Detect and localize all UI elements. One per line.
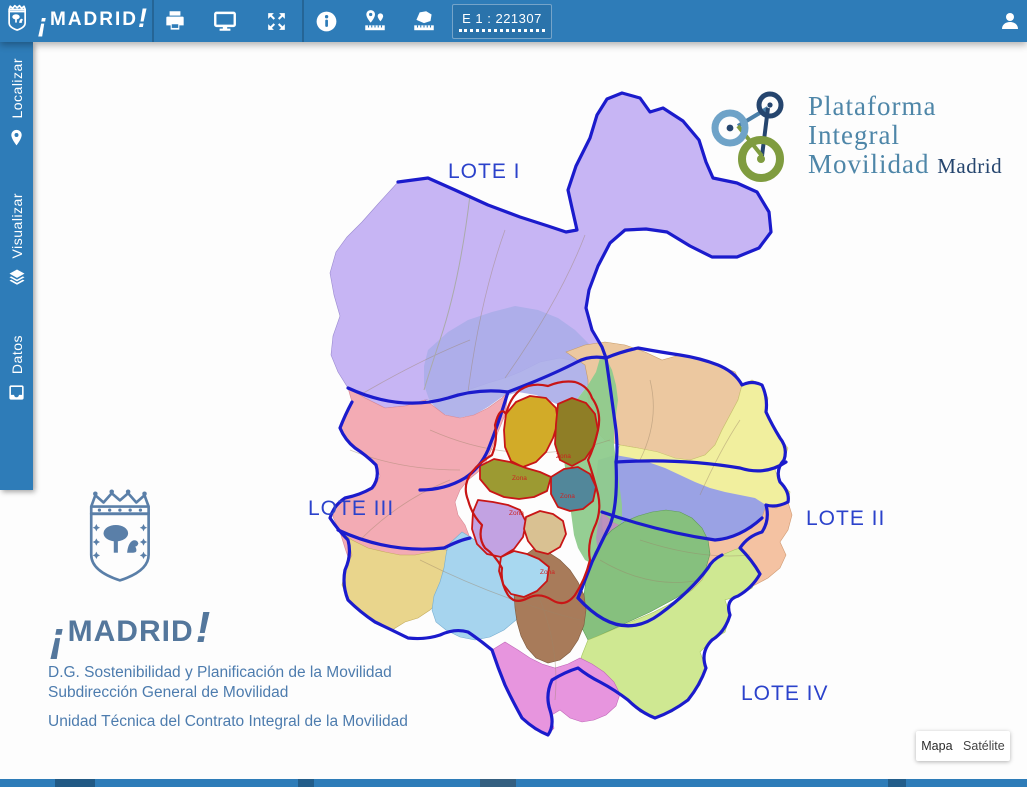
map-type-control: Mapa Satélite	[916, 731, 1010, 761]
app-window: Zona Zona Zona Zona Zona LOTE I LOTE II …	[0, 0, 1027, 787]
scale-control[interactable]: E 1 : 221307	[452, 4, 552, 39]
brand-name: MADRID	[50, 9, 138, 31]
lote-ii-label: LOTE II	[806, 507, 885, 531]
brand-close: !	[138, 8, 149, 28]
svg-text:Zona: Zona	[540, 569, 555, 576]
user-icon	[998, 9, 1022, 33]
plataforma-line3: Movilidad	[808, 149, 930, 179]
scale-label: E 1 : 221307	[462, 11, 542, 26]
measure-distance-button[interactable]	[353, 3, 397, 39]
madrid-wordmark-close: !	[196, 613, 212, 643]
sidebar-item-label: Datos	[9, 335, 25, 374]
measure-area-icon	[411, 8, 437, 34]
location-pin-icon	[7, 128, 26, 149]
inbox-icon	[7, 383, 26, 402]
department-lines: D.G. Sostenibilidad y Planificación de l…	[48, 663, 408, 731]
plataforma-suffix: Madrid	[937, 154, 1002, 178]
top-toolbar: ¡ MADRID !	[0, 0, 1027, 42]
plataforma-logo-text: Plataforma Integral Movilidad Madrid	[808, 92, 1002, 179]
measure-area-button[interactable]	[402, 3, 446, 39]
info-button[interactable]	[304, 3, 348, 39]
printer-icon	[162, 8, 188, 34]
svg-text:Zona: Zona	[556, 453, 571, 460]
sidebar-item-visualizar[interactable]: Visualizar	[7, 193, 27, 287]
madrid-wordmark: ¡ MADRID !	[50, 615, 408, 649]
svg-text:Zona: Zona	[512, 475, 527, 482]
lote-i-label: LOTE I	[448, 160, 521, 184]
print-button[interactable]	[153, 3, 197, 39]
info-icon	[314, 9, 339, 34]
plataforma-line2: Integral	[808, 121, 1002, 150]
brand-open: ¡	[38, 13, 49, 33]
sidebar-item-label: Visualizar	[9, 193, 25, 258]
madrid-wordmark-open: ¡	[50, 623, 66, 653]
department-line-2: Subdirección General de Movilidad	[48, 683, 408, 703]
plataforma-line1: Plataforma	[808, 92, 1002, 121]
svg-text:Zona: Zona	[509, 510, 524, 517]
app-brand: ¡ MADRID !	[6, 4, 149, 36]
sidebar-item-localizar[interactable]: Localizar	[7, 58, 26, 149]
sidebar-item-label: Localizar	[9, 58, 25, 119]
left-sidebar: Localizar Visualizar Datos	[0, 42, 33, 490]
madrid-wordmark-name: MADRID	[68, 615, 194, 649]
svg-text:Zona: Zona	[560, 493, 575, 500]
madrid-branding: ¡ MADRID ! D.G. Sostenibilidad y Planifi…	[48, 487, 408, 731]
sidebar-item-datos[interactable]: Datos	[7, 335, 26, 402]
fullscreen-button[interactable]	[254, 3, 298, 39]
plataforma-logo: Plataforma Integral Movilidad Madrid	[698, 88, 1002, 183]
bottom-bar-segment	[55, 779, 95, 787]
madrid-crest-icon	[6, 4, 30, 36]
map-button[interactable]: Mapa	[919, 739, 954, 753]
satellite-button[interactable]: Satélite	[961, 739, 1007, 753]
bottom-bar-segment	[480, 779, 516, 787]
app-title: ¡ MADRID !	[38, 9, 149, 31]
layers-icon	[7, 267, 27, 287]
department-line-3: Unidad Técnica del Contrato Integral de …	[48, 712, 408, 732]
lote-iv-label: LOTE IV	[741, 682, 829, 706]
monitor-icon	[212, 8, 238, 34]
bottom-bar-segment	[298, 779, 314, 787]
madrid-crest	[82, 487, 164, 602]
bottom-bar-segment	[888, 779, 906, 787]
screen-button[interactable]	[203, 3, 247, 39]
user-button[interactable]	[988, 3, 1027, 39]
department-line-1: D.G. Sostenibilidad y Planificación de l…	[48, 663, 408, 683]
scale-dots	[459, 29, 545, 32]
plataforma-network-icon	[698, 88, 798, 183]
bottom-bar	[0, 779, 1027, 787]
fullscreen-icon	[264, 9, 289, 34]
measure-distance-icon	[362, 8, 388, 34]
